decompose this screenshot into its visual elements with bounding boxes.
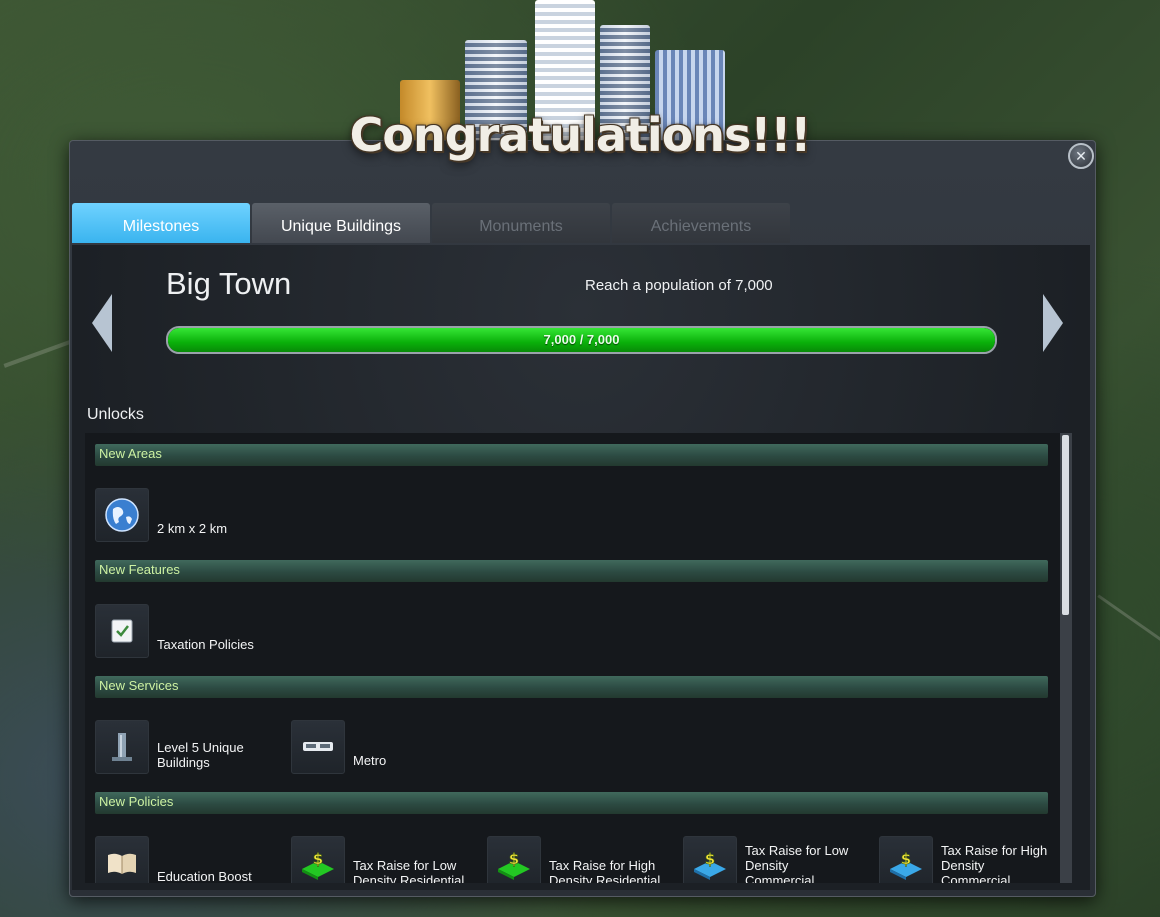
section-title: New Areas	[99, 446, 162, 461]
tax-commercial-icon: $	[879, 836, 933, 883]
scrollbar-thumb[interactable]	[1062, 435, 1069, 615]
unlock-item[interactable]: Taxation Policies	[95, 604, 275, 658]
unlock-item[interactable]: $ Tax Raise for High Density Residential	[487, 836, 667, 883]
section-header: New Policies	[95, 792, 1048, 814]
congratulations-title: Congratulations!!!	[349, 108, 812, 162]
next-milestone-arrow-icon[interactable]	[1043, 294, 1063, 352]
svg-text:$: $	[901, 850, 911, 868]
unlock-item-label: Tax Raise for Low Density Commercial	[745, 843, 849, 883]
background-road	[1097, 594, 1160, 649]
unlock-item[interactable]: Level 5 Unique Buildings	[95, 720, 275, 774]
unlocks-scrollbar[interactable]	[1060, 433, 1072, 883]
tax-residential-icon: $	[291, 836, 345, 883]
unlock-item[interactable]: Metro	[291, 720, 471, 774]
section-title: New Features	[99, 562, 180, 577]
tower-icon	[95, 720, 149, 774]
unlock-item-label: Education Boost	[157, 869, 252, 883]
svg-text:$: $	[705, 850, 715, 868]
section-header: New Features	[95, 560, 1048, 582]
unlock-item[interactable]: Education Boost	[95, 836, 275, 883]
tab-milestones[interactable]: Milestones	[72, 203, 250, 243]
tax-residential-icon: $	[487, 836, 541, 883]
book-icon	[95, 836, 149, 883]
unlock-item-label: Taxation Policies	[157, 637, 254, 652]
unlocks-label: Unlocks	[87, 406, 144, 423]
unlock-item-label: Tax Raise for High Density Commercial	[941, 843, 1048, 883]
unlock-item[interactable]: $ Tax Raise for High Density Commercial	[879, 836, 1059, 883]
unlock-item-label: Tax Raise for Low Density Residential	[353, 858, 465, 883]
globe-icon	[95, 488, 149, 542]
unlock-item-label: 2 km x 2 km	[157, 521, 228, 536]
tab-achievements: Achievements	[612, 203, 790, 243]
svg-text:$: $	[509, 850, 519, 868]
metro-train-icon	[291, 720, 345, 774]
progress-text: 7,000 / 7,000	[543, 332, 620, 347]
unlock-item[interactable]: 2 km x 2 km	[95, 488, 275, 542]
unlock-item-label: Metro	[353, 753, 387, 768]
section-header: New Services	[95, 676, 1048, 698]
section-title: New Policies	[99, 794, 174, 809]
checkbox-icon	[95, 604, 149, 658]
milestone-goal: Reach a population of 7,000	[585, 277, 773, 294]
unlock-item-label: Level 5 Unique Buildings	[157, 740, 244, 770]
unlock-item[interactable]: $ Tax Raise for Low Density Commercial	[683, 836, 863, 883]
close-icon[interactable]: ✕	[1068, 143, 1094, 169]
section-title: New Services	[99, 678, 179, 693]
tab-monuments: Monuments	[432, 203, 610, 243]
milestone-name: Big Town	[166, 266, 292, 301]
section-header: New Areas	[95, 444, 1048, 466]
unlocks-list: New Areas 2 km x 2 km New Features Taxat…	[85, 433, 1060, 883]
tax-commercial-icon: $	[683, 836, 737, 883]
population-progress-bar: 7,000 / 7,000	[166, 326, 997, 354]
tab-unique-buildings[interactable]: Unique Buildings	[252, 203, 430, 243]
unlock-item[interactable]: $ Tax Raise for Low Density Residential	[291, 836, 471, 883]
previous-milestone-arrow-icon[interactable]	[92, 294, 112, 352]
svg-text:$: $	[313, 850, 323, 868]
unlock-item-label: Tax Raise for High Density Residential	[549, 858, 661, 883]
